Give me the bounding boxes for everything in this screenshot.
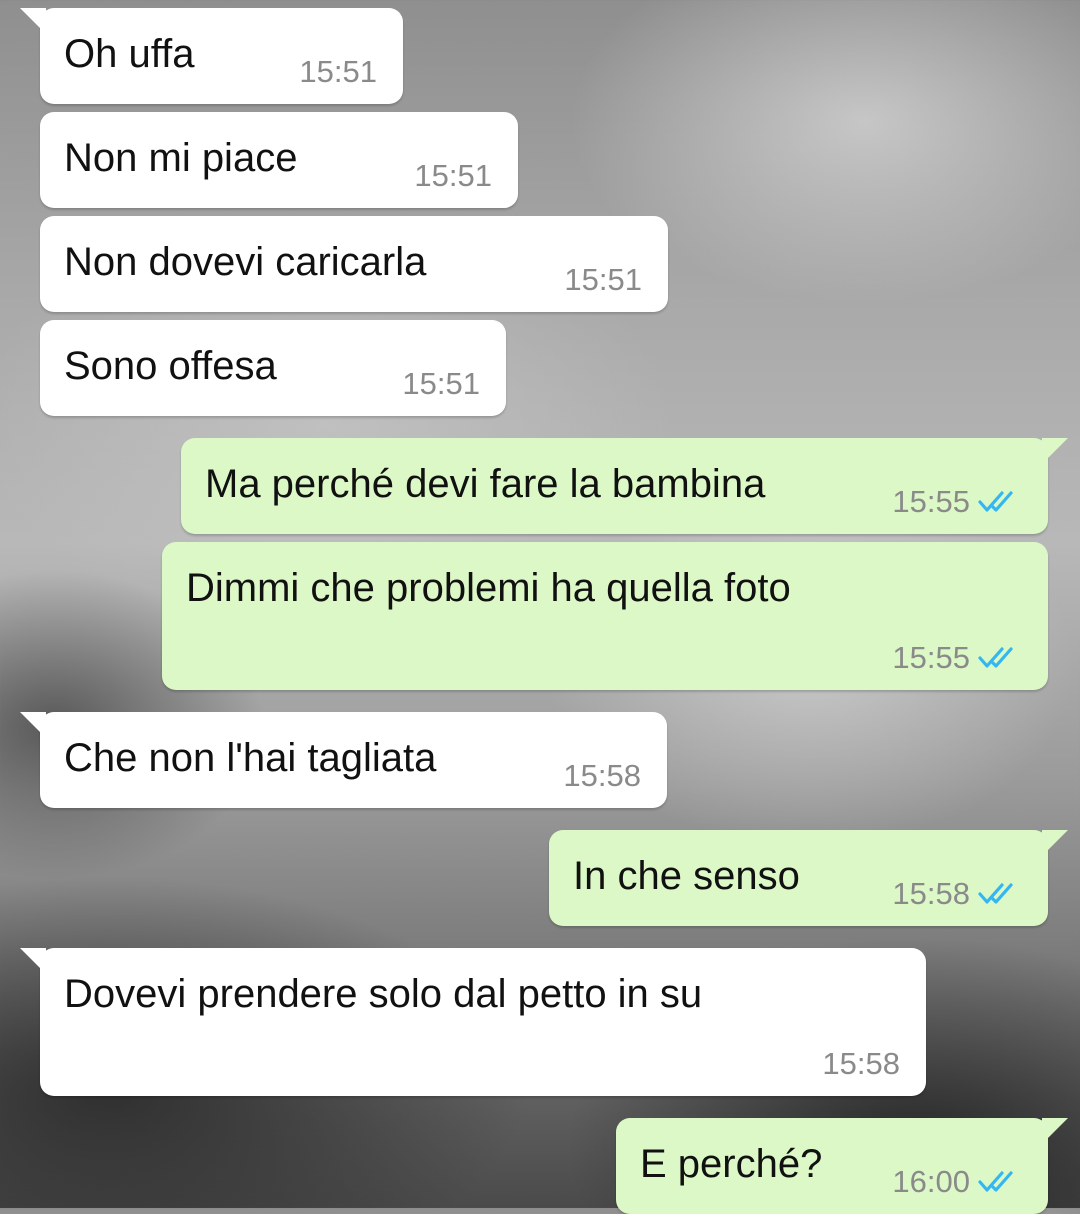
message-time: 15:51 [402, 366, 480, 401]
double-check-read-icon [978, 1171, 1013, 1192]
message-text: Dimmi che problemi ha quella foto [186, 566, 791, 610]
message-meta: 15:51 [402, 366, 480, 402]
message-text: Dovevi prendere solo dal petto in su [64, 972, 703, 1016]
message-text: Non mi piace [64, 136, 298, 180]
message-text: Oh uffa [64, 32, 195, 76]
message-bubble-outgoing[interactable]: E perché? 16:00 [616, 1118, 1068, 1214]
message-bubble-incoming[interactable]: Non mi piace 15:51 [40, 112, 518, 208]
message-time: 15:51 [564, 262, 642, 297]
message-meta: 15:58 [563, 758, 641, 794]
message-bubble-incoming[interactable]: Oh uffa 15:51 [20, 8, 403, 104]
message-time: 15:55 [892, 484, 970, 519]
message-bubble-outgoing[interactable]: Dimmi che problemi ha quella foto 15:55 [162, 542, 1048, 690]
message-text: Sono offesa [64, 344, 277, 388]
message-bubble-outgoing[interactable]: In che senso 15:58 [549, 830, 1068, 926]
double-check-read-icon [978, 883, 1013, 904]
message-time: 15:55 [892, 640, 970, 675]
message-time: 16:00 [892, 1164, 970, 1199]
message-bubble-incoming[interactable]: Che non l'hai tagliata 15:58 [20, 712, 667, 808]
message-meta: 15:58 [892, 876, 1022, 912]
message-text: Non dovevi caricarla [64, 240, 427, 284]
message-text: E perché? [640, 1142, 823, 1186]
double-check-read-icon [978, 491, 1013, 512]
message-time: 15:58 [822, 1046, 900, 1081]
message-time: 15:58 [892, 876, 970, 911]
message-meta: 15:58 [822, 1046, 900, 1082]
message-meta: 15:55 [892, 640, 1022, 676]
message-time: 15:51 [414, 158, 492, 193]
message-time: 15:58 [563, 758, 641, 793]
message-time: 15:51 [299, 54, 377, 89]
message-text: In che senso [573, 854, 800, 898]
message-bubble-incoming[interactable]: Dovevi prendere solo dal petto in su 15:… [20, 948, 926, 1096]
message-meta: 15:51 [414, 158, 492, 194]
message-text: Che non l'hai tagliata [64, 736, 437, 780]
message-meta: 15:51 [299, 54, 377, 90]
message-meta: 16:00 [892, 1164, 1022, 1200]
double-check-read-icon [978, 647, 1013, 668]
message-meta: 15:55 [892, 484, 1022, 520]
message-meta: 15:51 [564, 262, 642, 298]
message-bubble-incoming[interactable]: Non dovevi caricarla 15:51 [40, 216, 668, 312]
message-text: Ma perché devi fare la bambina [205, 462, 766, 506]
message-bubble-incoming[interactable]: Sono offesa 15:51 [40, 320, 506, 416]
chat-message-list: Oh uffa 15:51 Non mi piace 15:51 Non dov… [0, 0, 1080, 1214]
message-bubble-outgoing[interactable]: Ma perché devi fare la bambina 15:55 [181, 438, 1068, 534]
